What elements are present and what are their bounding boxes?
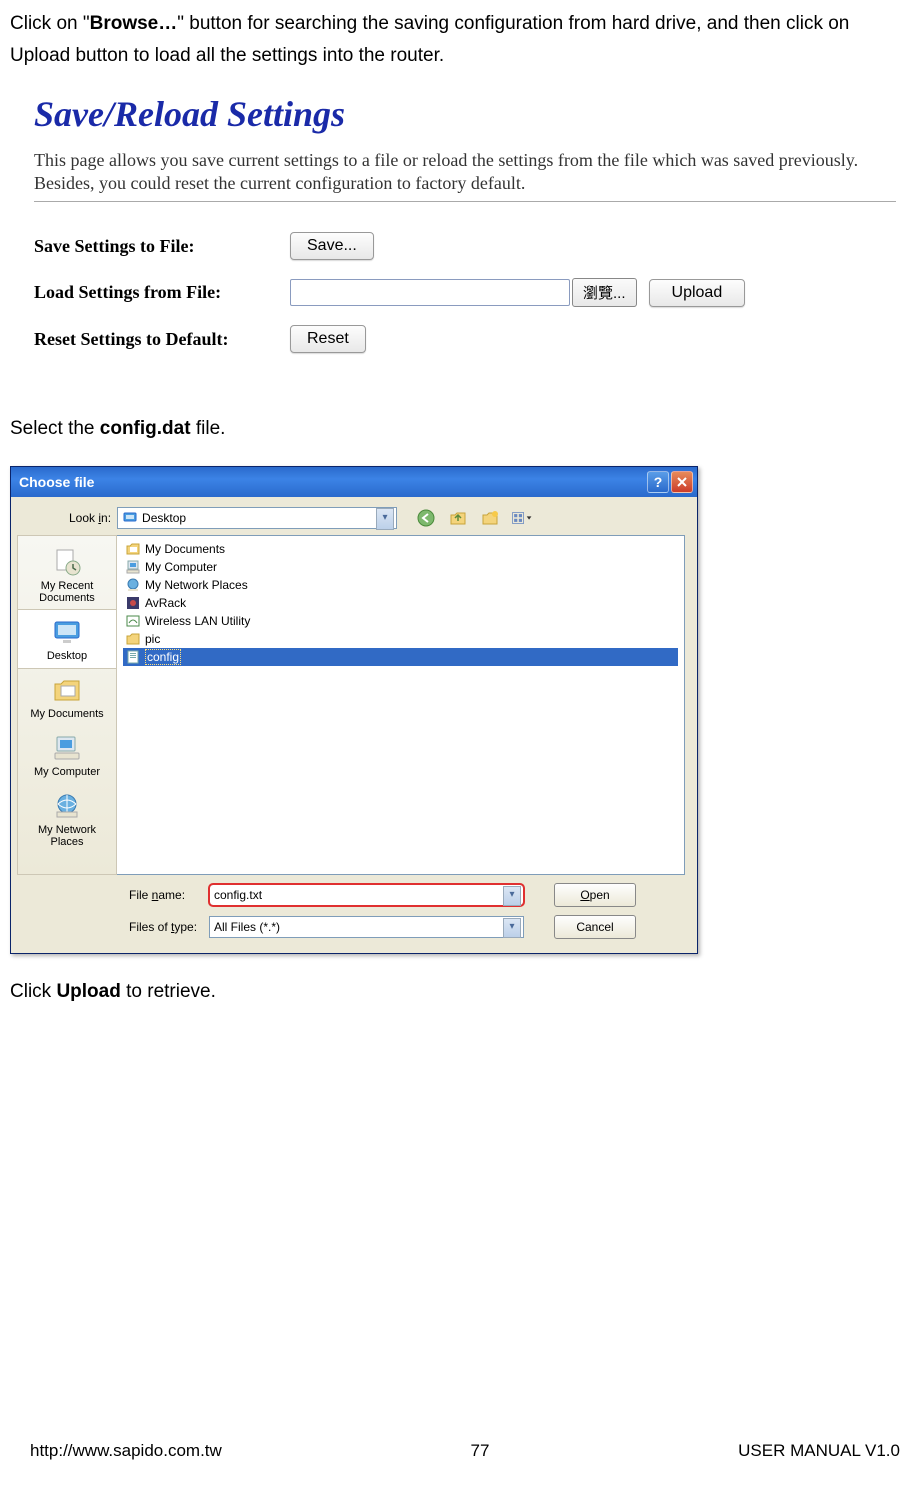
footer-version: USER MANUAL V1.0: [738, 1441, 900, 1461]
app-icon: [125, 613, 141, 629]
places-bar: My Recent Documents Desktop My Documents…: [17, 535, 117, 875]
open-button[interactable]: Open: [554, 883, 636, 907]
instruction-select: Select the config.dat file.: [10, 413, 910, 445]
panel-description: This page allows you save current settin…: [34, 149, 896, 203]
place-desktop[interactable]: Desktop: [17, 609, 117, 669]
cancel-button[interactable]: Cancel: [554, 915, 636, 939]
place-label: My Network Places: [20, 824, 114, 848]
save-reload-panel: Save/Reload Settings This page allows yo…: [34, 93, 896, 354]
text: file.: [191, 418, 226, 439]
page-footer: http://www.sapido.com.tw 77 USER MANUAL …: [30, 1441, 900, 1461]
recent-docs-icon: [51, 546, 83, 578]
filename-input[interactable]: config.txt: [209, 884, 524, 906]
file-label: AvRack: [145, 596, 186, 610]
save-button[interactable]: Save...: [290, 232, 374, 260]
filetype-value: All Files (*.*): [214, 920, 280, 934]
place-network[interactable]: My Network Places: [18, 784, 116, 854]
network-places-icon: [51, 790, 83, 822]
look-in-label: Look in:: [69, 511, 111, 525]
filetype-label: Files of type:: [129, 920, 209, 934]
footer-url: http://www.sapido.com.tw: [30, 1441, 222, 1461]
filetype-select[interactable]: All Files (*.*): [209, 916, 524, 938]
place-label: Desktop: [47, 650, 87, 662]
load-label: Load Settings from File:: [34, 282, 290, 303]
file-icon: [125, 649, 141, 665]
browse-button[interactable]: 瀏覽...: [572, 278, 637, 307]
new-folder-icon[interactable]: [479, 507, 501, 529]
choose-file-dialog: Choose file ? Look in: Desktop: [10, 466, 698, 954]
reset-label: Reset Settings to Default:: [34, 329, 290, 350]
file-item-network[interactable]: My Network Places: [123, 576, 678, 594]
file-item-wlan[interactable]: Wireless LAN Utility: [123, 612, 678, 630]
file-label: My Computer: [145, 560, 217, 574]
load-file-input[interactable]: [290, 279, 570, 306]
network-icon: [125, 577, 141, 593]
file-item-mydocs[interactable]: My Documents: [123, 540, 678, 558]
place-mycomputer[interactable]: My Computer: [18, 726, 116, 784]
desktop-icon: [122, 510, 138, 526]
my-computer-icon: [51, 732, 83, 764]
file-item-avrack[interactable]: AvRack: [123, 594, 678, 612]
place-label: My Recent Documents: [20, 580, 114, 604]
dialog-titlebar[interactable]: Choose file ?: [11, 467, 697, 497]
look-in-value: Desktop: [142, 511, 186, 525]
place-recent[interactable]: My Recent Documents: [18, 540, 116, 610]
place-label: My Documents: [30, 708, 103, 720]
save-label: Save Settings to File:: [34, 236, 290, 257]
text-bold: config.dat: [100, 418, 191, 439]
text: Click: [10, 981, 56, 1002]
file-label: Wireless LAN Utility: [145, 614, 250, 628]
place-label: My Computer: [34, 766, 100, 778]
text-bold: Browse…: [90, 13, 178, 34]
filename-value: config.txt: [214, 888, 262, 902]
up-folder-icon[interactable]: [447, 507, 469, 529]
text: Select the: [10, 418, 100, 439]
text-bold: Upload: [56, 981, 120, 1002]
look-in-select[interactable]: Desktop: [117, 507, 397, 529]
desktop-icon: [51, 616, 83, 648]
page-number: 77: [471, 1441, 490, 1461]
load-row: Load Settings from File: 瀏覽... Upload: [34, 278, 896, 307]
filename-label: File name:: [129, 888, 209, 902]
file-item-pic[interactable]: pic: [123, 630, 678, 648]
text: Click on ": [10, 13, 90, 34]
my-documents-icon: [51, 674, 83, 706]
file-label: My Network Places: [145, 578, 248, 592]
file-label: pic: [145, 632, 160, 646]
file-item-mycomputer[interactable]: My Computer: [123, 558, 678, 576]
file-list-area[interactable]: My Documents My Computer My Network Plac…: [117, 535, 685, 875]
file-label: config: [145, 649, 181, 665]
app-icon: [125, 595, 141, 611]
upload-button[interactable]: Upload: [649, 279, 746, 307]
file-label: My Documents: [145, 542, 225, 556]
folder-icon: [125, 631, 141, 647]
dialog-title: Choose file: [19, 474, 94, 490]
text: to retrieve.: [121, 981, 216, 1002]
view-menu-icon[interactable]: [511, 507, 533, 529]
instruction-upload: Click Upload to retrieve.: [10, 976, 910, 1008]
close-button[interactable]: [671, 471, 693, 493]
instruction-browse: Click on "Browse…" button for searching …: [10, 8, 910, 73]
computer-icon: [125, 559, 141, 575]
place-mydocs[interactable]: My Documents: [18, 668, 116, 726]
file-item-config[interactable]: config: [123, 648, 678, 666]
panel-title: Save/Reload Settings: [34, 93, 896, 135]
save-row: Save Settings to File: Save...: [34, 232, 896, 260]
reset-button[interactable]: Reset: [290, 325, 366, 353]
reset-row: Reset Settings to Default: Reset: [34, 325, 896, 353]
folder-docs-icon: [125, 541, 141, 557]
help-button[interactable]: ?: [647, 471, 669, 493]
back-icon[interactable]: [415, 507, 437, 529]
